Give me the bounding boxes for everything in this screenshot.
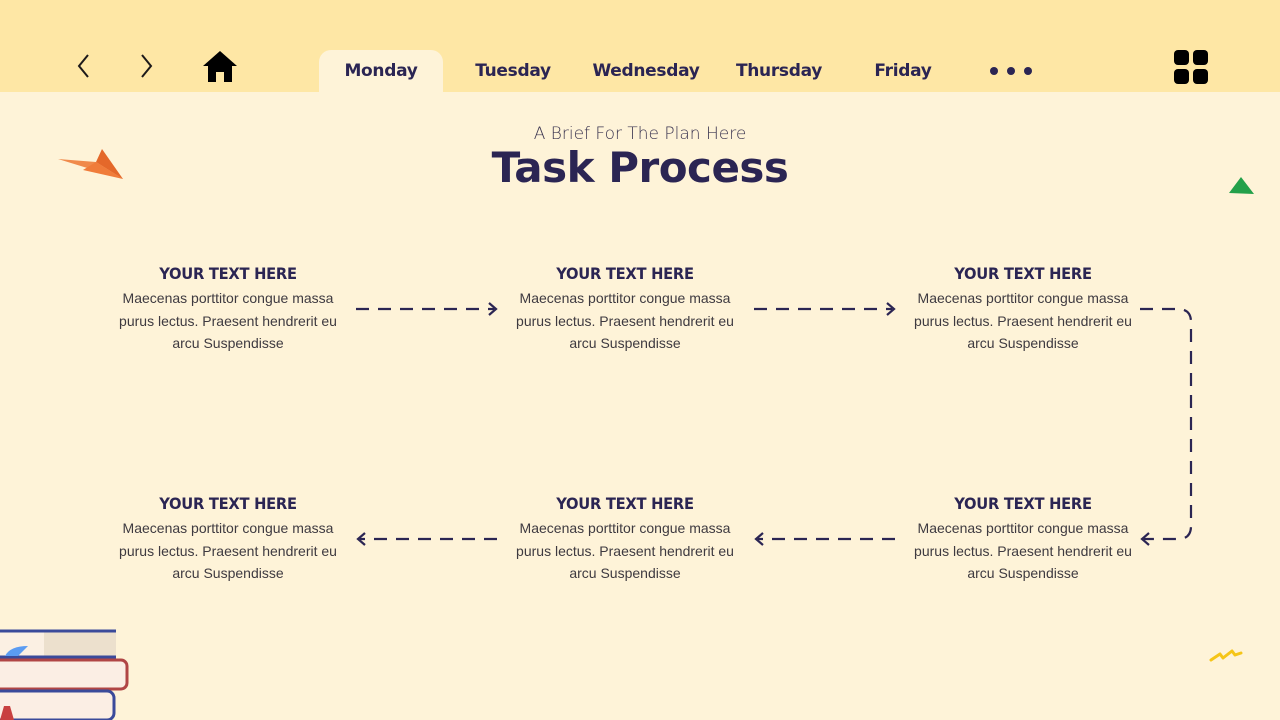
arrow-left-1: [754, 532, 895, 546]
arrow-connector-down: [1140, 307, 1193, 546]
arrow-left-2: [356, 532, 497, 546]
arrow-right-2: [754, 302, 896, 316]
triangle-icon: [1229, 177, 1254, 194]
decorations-layer: [0, 149, 1254, 720]
paper-plane-icon: [58, 149, 123, 179]
squiggle-icon: [1209, 649, 1243, 662]
arrow-right-1: [356, 302, 498, 316]
books-stack-icon: [0, 629, 129, 720]
